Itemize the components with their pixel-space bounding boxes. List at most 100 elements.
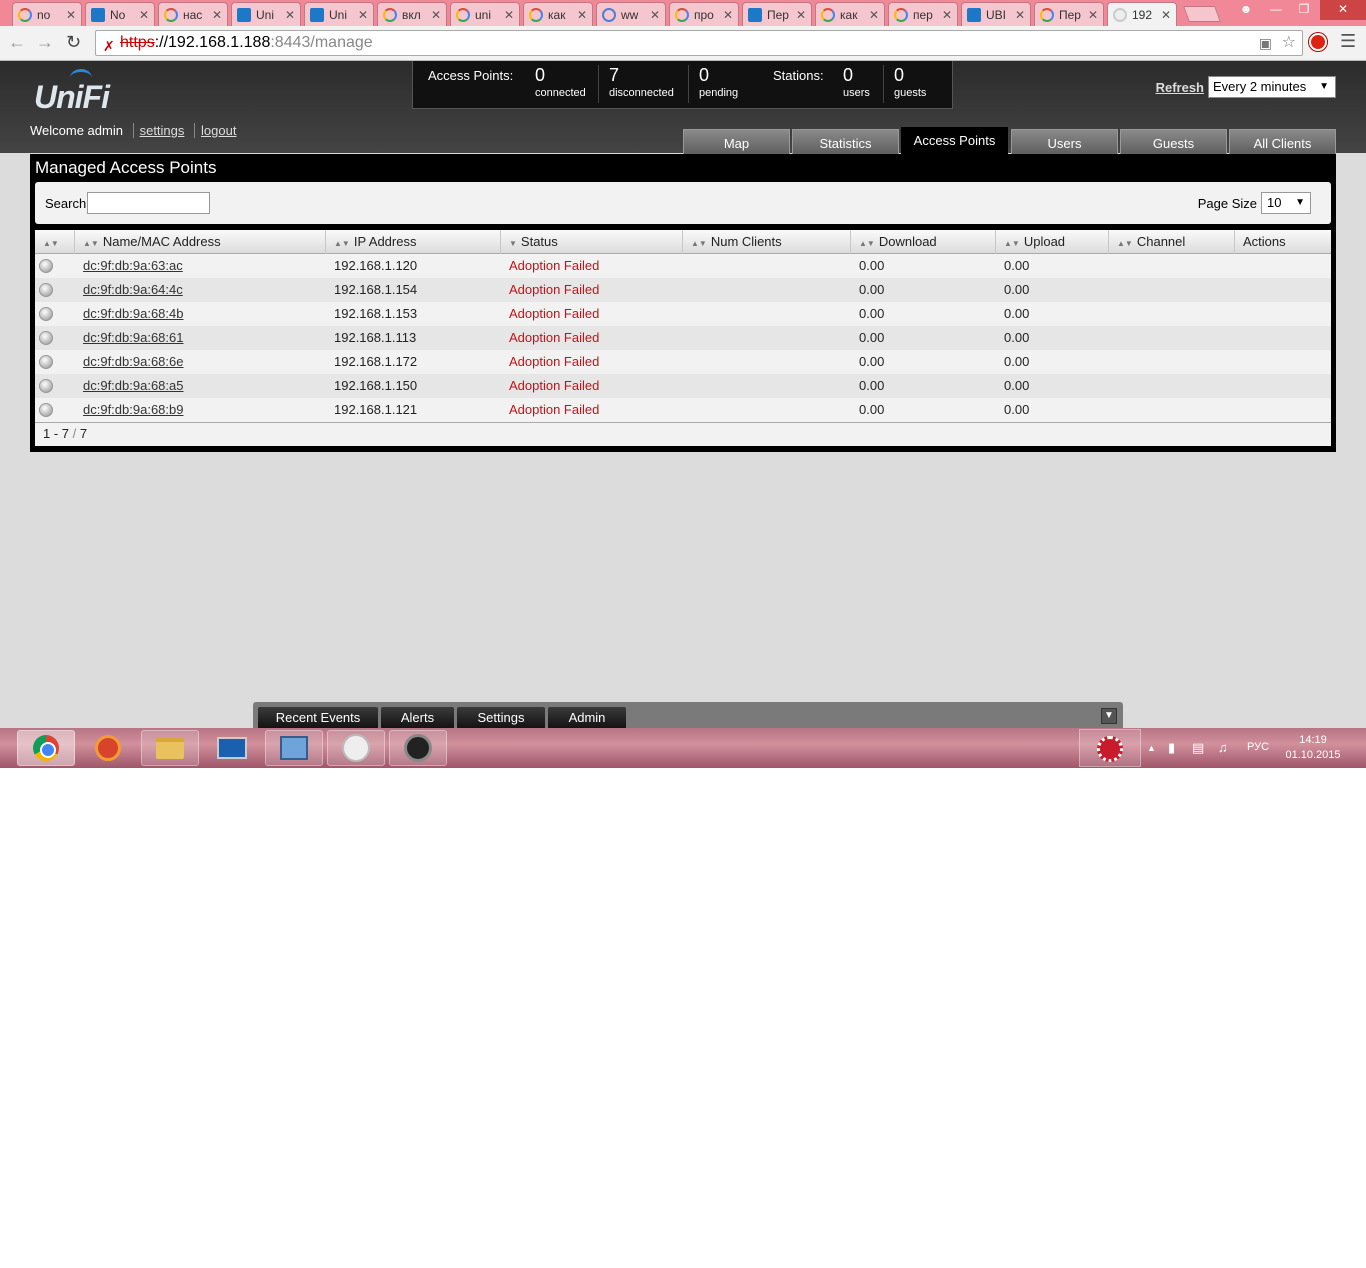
settings-button[interactable]: Settings (457, 707, 545, 729)
sort-state-column[interactable]: ▲▼ (35, 230, 75, 254)
close-icon[interactable]: ✕ (650, 8, 660, 22)
close-icon[interactable]: ✕ (723, 8, 733, 22)
tray-app[interactable] (1079, 729, 1141, 767)
tab-all-clients[interactable]: All Clients (1229, 129, 1336, 155)
battery-icon[interactable]: ▮ (1168, 740, 1175, 756)
logout-link[interactable]: logout (194, 123, 237, 138)
network-icon[interactable]: ▤ (1192, 740, 1204, 756)
taskbar-unifi[interactable] (389, 730, 447, 766)
restore-button[interactable]: ❐ (1290, 0, 1318, 20)
tab-statistics[interactable]: Statistics (792, 129, 899, 155)
column-download[interactable]: ▲▼ Download (851, 230, 996, 254)
close-icon[interactable]: ✕ (1161, 8, 1171, 22)
taskbar-disc[interactable] (327, 730, 385, 766)
mac-address-link[interactable]: dc:9f:db:9a:64:4c (83, 278, 183, 302)
browser-tab[interactable]: Uni ✕ (231, 2, 301, 26)
browser-tab[interactable]: No ✕ (85, 2, 155, 26)
browser-tab[interactable]: ww ✕ (596, 2, 666, 26)
browser-tab[interactable]: нас ✕ (158, 2, 228, 26)
column-channel[interactable]: ▲▼ Channel (1109, 230, 1235, 254)
settings-link[interactable]: settings (132, 123, 185, 138)
reload-icon[interactable]: ↻ (66, 32, 81, 53)
table-row[interactable]: dc:9f:db:9a:68:b9 192.168.1.121 Adoption F… (35, 398, 1331, 422)
minimize-button[interactable]: — (1262, 0, 1290, 20)
close-icon[interactable]: ✕ (577, 8, 587, 22)
tab-map[interactable]: Map (683, 129, 790, 155)
browser-tab[interactable]: UBI ✕ (961, 2, 1031, 26)
close-icon[interactable]: ✕ (869, 8, 879, 22)
back-icon[interactable]: ← (8, 32, 26, 53)
mac-address-link[interactable]: dc:9f:db:9a:68:a5 (83, 374, 183, 398)
close-icon[interactable]: ✕ (285, 8, 295, 22)
new-tab-button[interactable] (1183, 6, 1221, 22)
browser-tab[interactable]: как ✕ (523, 2, 593, 26)
browser-tab[interactable]: no ✕ (12, 2, 82, 26)
column-num-clients[interactable]: ▲▼ Num Clients (683, 230, 851, 254)
taskbar-ccleaner[interactable] (79, 730, 137, 766)
close-icon[interactable]: ✕ (942, 8, 952, 22)
mac-address-link[interactable]: dc:9f:db:9a:68:4b (83, 302, 183, 326)
mac-address-link[interactable]: dc:9f:db:9a:68:6e (83, 350, 183, 374)
globe-icon (1113, 7, 1127, 22)
volume-icon[interactable]: ♫ (1218, 740, 1228, 755)
browser-tab[interactable]: про ✕ (669, 2, 739, 26)
table-row[interactable]: dc:9f:db:9a:64:4c 192.168.1.154 Adoption F… (35, 278, 1331, 302)
menu-icon[interactable]: ☰ (1340, 31, 1356, 52)
browser-tab[interactable]: вкл ✕ (377, 2, 447, 26)
admin-button[interactable]: Admin (548, 707, 626, 729)
search-input[interactable] (87, 192, 210, 214)
table-row[interactable]: dc:9f:db:9a:63:ac 192.168.1.120 Adoption F… (35, 254, 1331, 278)
translate-icon[interactable]: ▣ (1259, 31, 1272, 55)
bookmark-star-icon[interactable]: ☆ (1282, 31, 1296, 55)
refresh-link[interactable]: Refresh (1156, 80, 1204, 95)
taskbar-lenovo[interactable] (203, 730, 261, 766)
taskbar-explorer[interactable] (141, 730, 199, 766)
mac-address-link[interactable]: dc:9f:db:9a:63:ac (83, 254, 183, 278)
recent-events-button[interactable]: Recent Events (258, 707, 378, 729)
close-window-button[interactable]: ✕ (1320, 0, 1366, 20)
language-indicator[interactable]: РУС (1247, 741, 1269, 753)
browser-tab[interactable]: 192 ✕ (1107, 2, 1177, 26)
column-status[interactable]: ▼ Status (501, 230, 683, 254)
column-name[interactable]: ▲▼ Name/MAC Address (75, 230, 326, 254)
search-bar: Search Page Size 10 ▼ (35, 182, 1331, 224)
show-hidden-icons-icon[interactable]: ▲ (1147, 743, 1156, 753)
close-icon[interactable]: ✕ (431, 8, 441, 22)
table-row[interactable]: dc:9f:db:9a:68:a5 192.168.1.150 Adoption F… (35, 374, 1331, 398)
address-bar[interactable]: ✗ https://192.168.1.188:8443/manage ▣ ☆ (95, 30, 1303, 56)
chevron-down-icon[interactable]: ▼ (1101, 708, 1117, 724)
taskbar-control-panel[interactable] (265, 730, 323, 766)
close-icon[interactable]: ✕ (66, 8, 76, 22)
column-upload[interactable]: ▲▼ Upload (996, 230, 1109, 254)
mac-address-link[interactable]: dc:9f:db:9a:68:b9 (83, 398, 183, 422)
table-row[interactable]: dc:9f:db:9a:68:4b 192.168.1.153 Adoption F… (35, 302, 1331, 326)
close-icon[interactable]: ✕ (1088, 8, 1098, 22)
column-ip[interactable]: ▲▼ IP Address (326, 230, 501, 254)
forward-icon[interactable]: → (36, 32, 54, 53)
page-size-select[interactable]: 10 ▼ (1261, 192, 1311, 214)
tab-guests[interactable]: Guests (1120, 129, 1227, 155)
close-icon[interactable]: ✕ (358, 8, 368, 22)
taskbar-chrome[interactable] (17, 730, 75, 766)
user-icon[interactable]: ☻ (1232, 0, 1260, 20)
tab-access-points[interactable]: Access Points (901, 127, 1008, 155)
browser-tab[interactable]: пер ✕ (888, 2, 958, 26)
browser-tab[interactable]: как ✕ (815, 2, 885, 26)
browser-tab[interactable]: uni ✕ (450, 2, 520, 26)
browser-tab[interactable]: Пер ✕ (742, 2, 812, 26)
browser-tab[interactable]: Пер ✕ (1034, 2, 1104, 26)
table-row[interactable]: dc:9f:db:9a:68:6e 192.168.1.172 Adoption F… (35, 350, 1331, 374)
clock[interactable]: 14:19 01.10.2015 (1284, 733, 1342, 763)
close-icon[interactable]: ✕ (212, 8, 222, 22)
refresh-interval-select[interactable]: Every 2 minutes ▼ (1208, 76, 1336, 98)
adblock-icon[interactable] (1309, 33, 1327, 51)
table-row[interactable]: dc:9f:db:9a:68:61 192.168.1.113 Adoption F… (35, 326, 1331, 350)
alerts-button[interactable]: Alerts (381, 707, 454, 729)
close-icon[interactable]: ✕ (139, 8, 149, 22)
mac-address-link[interactable]: dc:9f:db:9a:68:61 (83, 326, 183, 350)
close-icon[interactable]: ✕ (1015, 8, 1025, 22)
browser-tab[interactable]: Uni ✕ (304, 2, 374, 26)
tab-users[interactable]: Users (1011, 129, 1118, 155)
close-icon[interactable]: ✕ (796, 8, 806, 22)
close-icon[interactable]: ✕ (504, 8, 514, 22)
